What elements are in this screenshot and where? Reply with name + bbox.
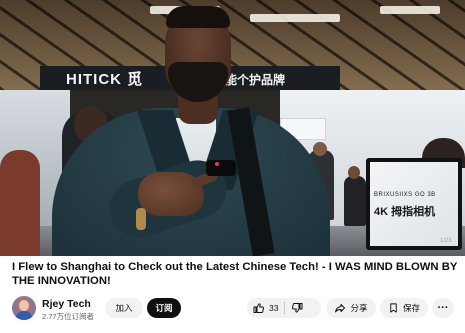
monitor-tag: 1/23 [440,238,452,244]
presenter-hair [166,6,230,28]
share-label: 分享 [350,303,368,313]
background-person-head [313,142,327,156]
watch-page: HITICK 觅 智能个护品牌 BRIXUSIIXS GO 3B 4K 拇指相机… [0,0,465,333]
avatar-body [15,311,33,320]
avatar-face [19,300,29,311]
like-divider [284,302,286,314]
booth-brand-text: HITICK 觅 [66,71,144,88]
thumb-up-icon[interactable] [253,302,265,314]
video-player[interactable]: HITICK 觅 智能个护品牌 BRIXUSIIXS GO 3B 4K 拇指相机… [0,0,465,256]
channel-name[interactable]: Rjey Tech [42,298,91,310]
subscribe-button[interactable]: 订阅 [147,298,181,318]
bracelet [136,208,146,230]
background-person [344,176,366,226]
monitor-product-code: BRIXUSIIXS GO 3B [374,192,436,198]
join-button[interactable]: 加入 [105,298,143,318]
presenter-beard [168,62,228,102]
save-button[interactable]: 保存 [380,298,428,318]
channel-avatar[interactable] [12,296,36,320]
thumb-down-icon[interactable] [291,302,303,314]
camera-record-light [215,162,219,166]
background-person [0,150,40,256]
background-person-head [348,166,360,179]
like-dislike-group: 33 [247,298,321,318]
ceiling-light [250,14,340,22]
video-title: I Flew to Shanghai to Check out the Late… [12,261,458,287]
monitor-product-name: 4K 拇指相机 [374,206,436,218]
save-label: 保存 [402,303,420,313]
more-actions-button[interactable]: ··· [432,298,454,318]
subscriber-count: 2.77万位订阅者 [42,312,95,321]
save-playlist-icon [388,302,399,314]
share-button[interactable]: 分享 [326,298,376,318]
clip-camera [206,160,236,176]
ceiling-light [380,6,440,14]
share-arrow-icon [334,302,346,314]
like-count: 33 [269,303,279,313]
